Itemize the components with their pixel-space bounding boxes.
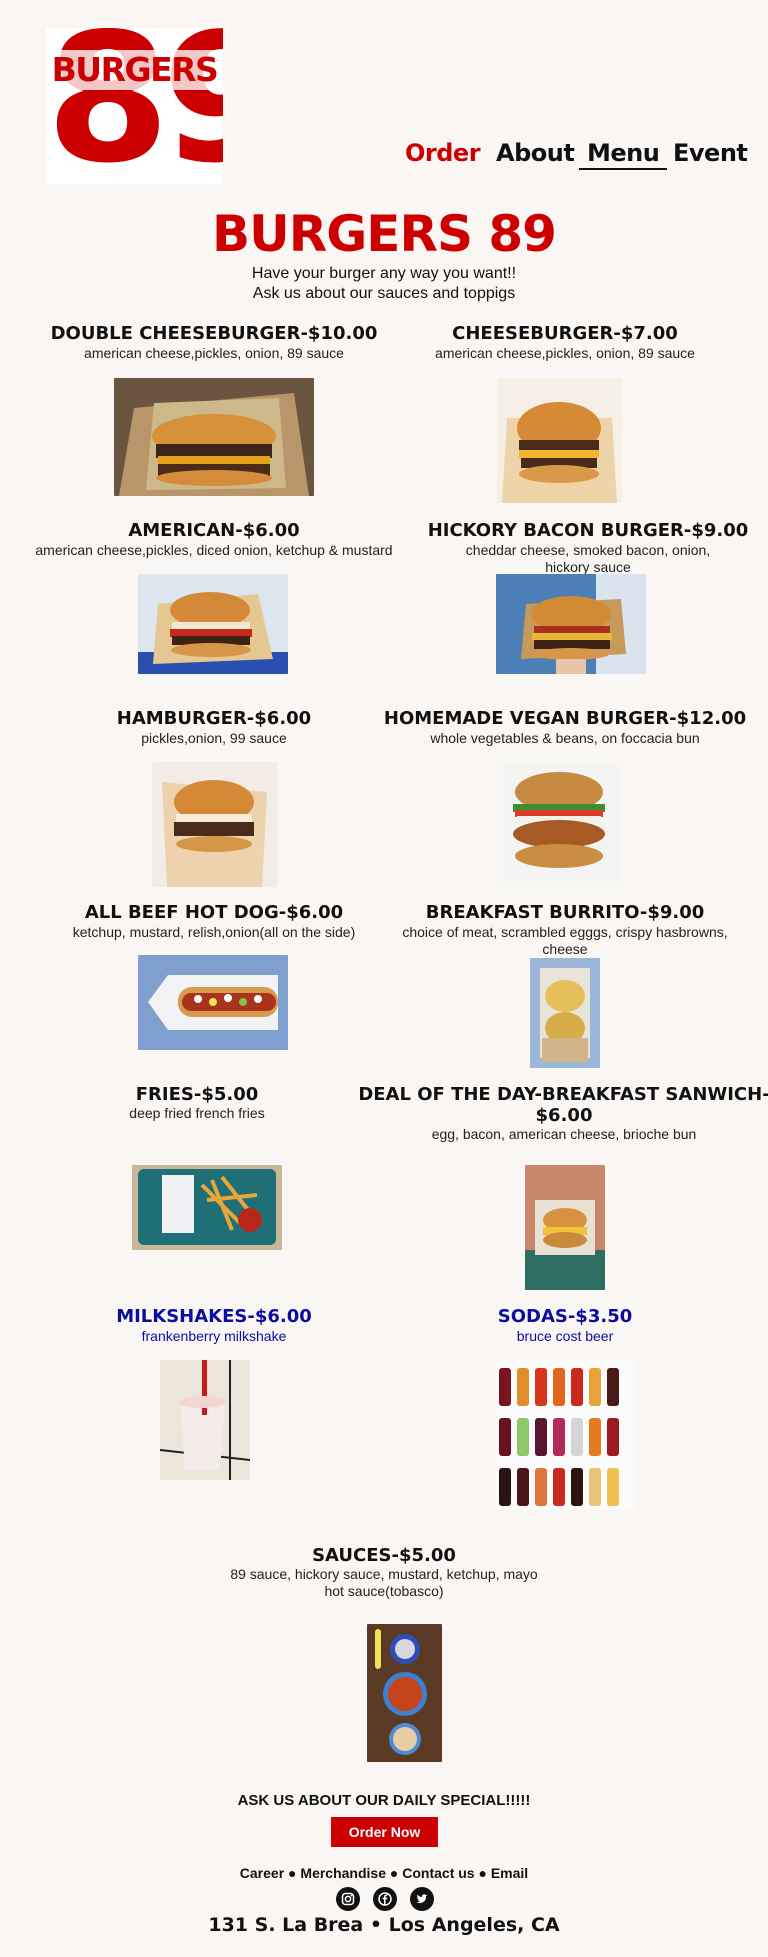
menu-item-desc: choice of meat, scrambled egggs, crispy … [402, 924, 728, 940]
menu-item-desc: pickles,onion, 99 sauce [141, 730, 287, 746]
menu-item-desc: egg, bacon, american cheese, brioche bun [431, 1126, 697, 1142]
tagline-2: Ask us about our sauces and toppigs [252, 285, 516, 302]
footer-link-contact[interactable]: Contact us [402, 1865, 474, 1881]
menu-item-desc: hot sauce(tobasco) [324, 1583, 444, 1599]
menu-item-desc: whole vegetables & beans, on foccacia bu… [430, 730, 700, 746]
menu-item-desc: bruce cost beer [516, 1328, 614, 1344]
hot-dog-photo [138, 955, 288, 1050]
menu-item-name: HICKORY BACON BURGER-$9.00 [427, 520, 749, 541]
sauces-photo [367, 1624, 442, 1762]
menu-item-name: HAMBURGER-$6.00 [116, 708, 312, 729]
logo-word: BURGERS [51, 50, 219, 89]
menu-item-desc: 89 sauce, hickory sauce, mustard, ketchu… [230, 1566, 538, 1582]
menu-item-name: BREAKFAST BURRITO-$9.00 [425, 902, 705, 923]
logo[interactable]: 89 BURGERS [46, 28, 223, 184]
menu-item-desc: american cheese,pickles, diced onion, ke… [35, 542, 393, 558]
bullet-separator: ● [288, 1865, 301, 1881]
menu-item-desc: ketchup, mustard, relish,onion(all on th… [72, 924, 356, 940]
cheeseburger-photo [497, 378, 622, 503]
menu-item-name: ALL BEEF HOT DOG-$6.00 [84, 902, 344, 923]
menu-item-name: MILKSHAKES-$6.00 [116, 1306, 312, 1327]
footer-link-career[interactable]: Career [240, 1865, 284, 1881]
menu-item-desc: cheese [542, 941, 588, 957]
menu-item-desc: deep fried french fries [129, 1105, 265, 1121]
menu-item-desc: american cheese,pickles, onion, 89 sauce [84, 345, 344, 361]
menu-item-name: CHEESEBURGER-$7.00 [452, 323, 678, 344]
menu-item-name: DOUBLE CHEESEBURGER-$10.00 [50, 323, 378, 344]
nav-order[interactable]: Order [405, 138, 481, 168]
hickory-bacon-burger-photo [496, 574, 646, 674]
menu-item-name: AMERICAN-$6.00 [128, 520, 300, 541]
hamburger-photo [152, 762, 277, 887]
milkshake-photo [160, 1360, 250, 1480]
bullet-separator: ● [478, 1865, 491, 1881]
footer-link-merchandise[interactable]: Merchandise [300, 1865, 386, 1881]
page-title: BURGERS 89 [212, 205, 557, 263]
daily-special-text: ASK US ABOUT OUR DAILY SPECIAL!!!!! [237, 1792, 531, 1809]
menu-item-name: HOMEMADE VEGAN BURGER-$12.00 [383, 708, 747, 729]
menu-item-desc: cheddar cheese, smoked bacon, onion, [465, 542, 711, 558]
breakfast-burrito-photo [530, 958, 600, 1068]
menu-item-name: $6.00 [535, 1105, 593, 1126]
nav-about[interactable]: About [496, 138, 575, 168]
footer-link-email[interactable]: Email [491, 1865, 528, 1881]
menu-item-name: DEAL OF THE DAY-BREAKFAST SANWICH- [358, 1084, 768, 1105]
twitter-icon[interactable] [410, 1887, 434, 1911]
menu-item-name: FRIES-$5.00 [135, 1084, 259, 1105]
breakfast-sandwich-photo [525, 1165, 605, 1290]
instagram-icon[interactable] [336, 1887, 360, 1911]
bullet-separator: ● [389, 1865, 403, 1881]
fries-photo [132, 1165, 282, 1250]
american-burger-photo [138, 574, 288, 674]
order-now-button[interactable]: Order Now [331, 1817, 438, 1847]
double-cheeseburger-photo [114, 378, 314, 496]
sodas-photo [495, 1360, 635, 1510]
nav-menu[interactable]: Menu [579, 138, 668, 170]
address: 131 S. La Brea • Los Angeles, CA [208, 1914, 560, 1936]
tagline-1: Have your burger any way you want!! [251, 265, 517, 282]
menu-item-name: SODAS-$3.50 [497, 1306, 633, 1327]
vegan-burger-photo [497, 762, 622, 887]
nav-event[interactable]: Event [673, 138, 748, 168]
menu-item-name: SAUCES-$5.00 [312, 1545, 456, 1566]
footer-links: Career ● Merchandise ● Contact us ● Emai… [0, 1864, 768, 1882]
menu-item-desc: frankenberry milkshake [141, 1328, 287, 1344]
menu-item-desc: american cheese,pickles, onion, 89 sauce [435, 345, 695, 361]
facebook-icon[interactable] [373, 1887, 397, 1911]
